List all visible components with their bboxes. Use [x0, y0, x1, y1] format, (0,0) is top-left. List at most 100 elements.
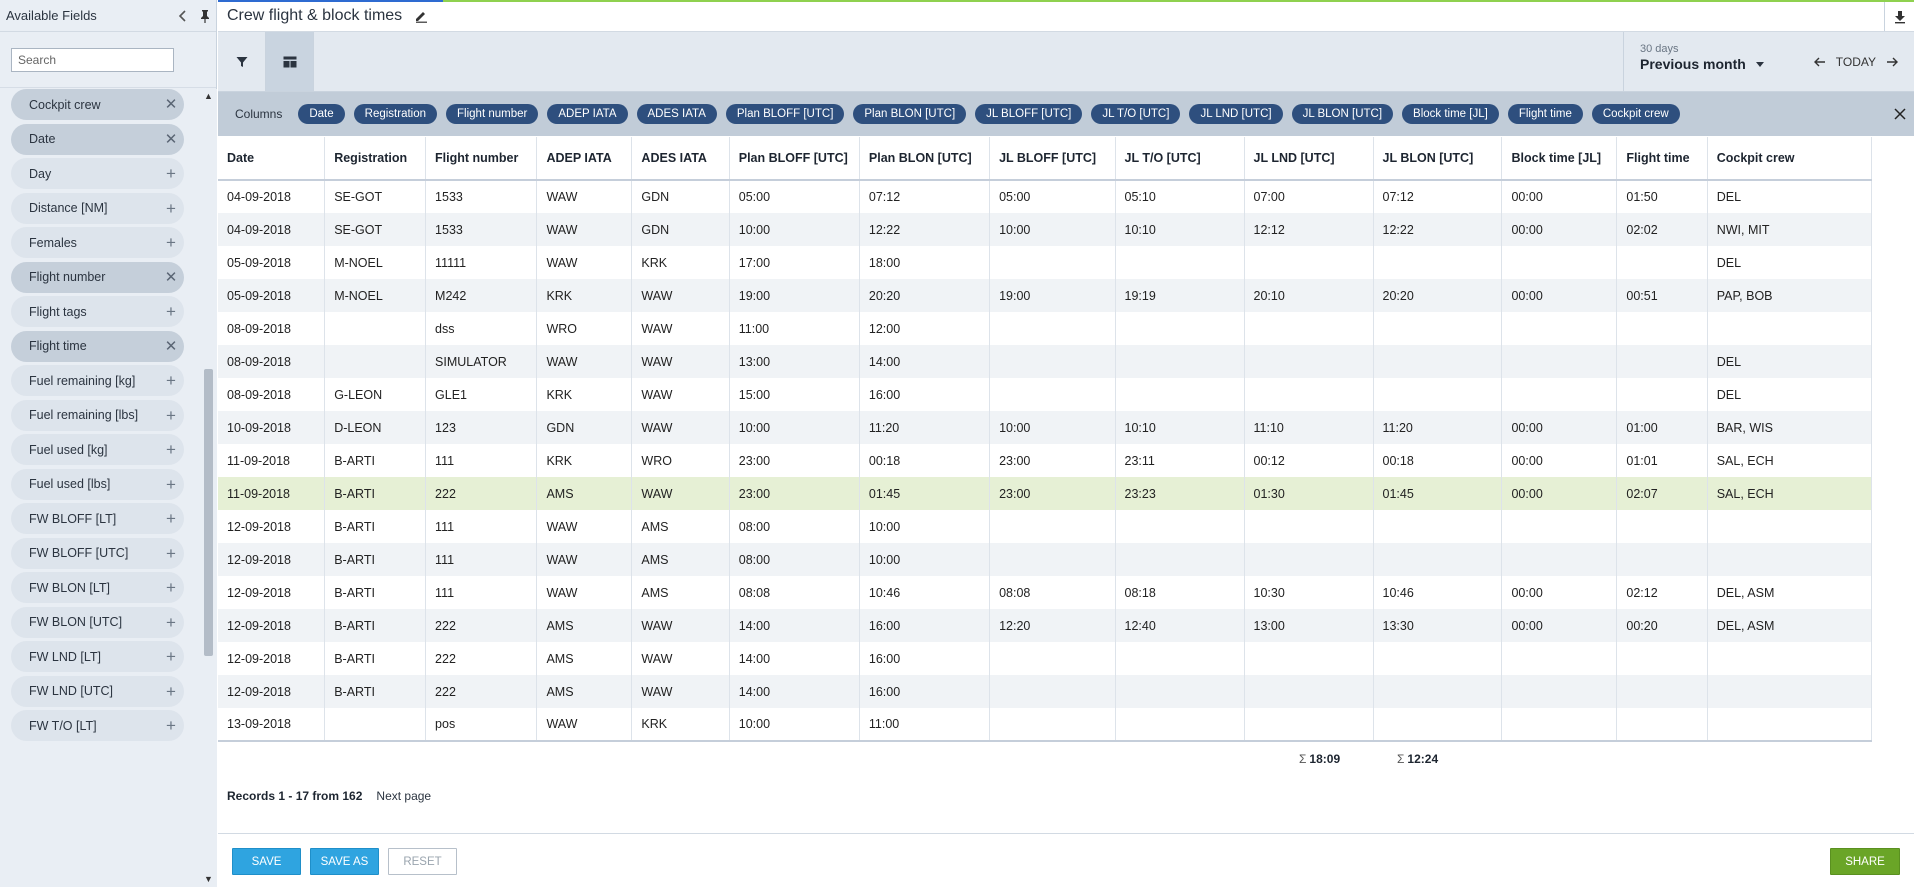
- download-icon[interactable]: [1884, 2, 1914, 31]
- table-row[interactable]: 08-09-2018 SIMULATOR WAW WAW 13:00 14:00 DEL: [218, 345, 1873, 378]
- column-header[interactable]: JL BLOFF [UTC]: [989, 137, 1116, 181]
- field-item[interactable]: Flight time ✕: [11, 330, 184, 362]
- remove-field-icon[interactable]: ✕: [158, 97, 184, 112]
- field-item[interactable]: Day +: [11, 158, 184, 189]
- column-header[interactable]: Flight number: [425, 137, 538, 181]
- column-chip[interactable]: Date: [298, 104, 345, 124]
- save-as-button[interactable]: SAVE AS: [310, 848, 379, 875]
- add-field-icon[interactable]: +: [158, 545, 184, 562]
- table-row[interactable]: 13-09-2018 pos WAW KRK 10:00 11:00: [218, 708, 1873, 742]
- field-item[interactable]: Fuel used [kg] +: [11, 434, 184, 465]
- column-chip[interactable]: Flight time: [1507, 104, 1583, 124]
- add-field-icon[interactable]: +: [158, 441, 184, 458]
- table-row[interactable]: 12-09-2018 B-ARTI 222 AMS WAW 14:00 16:00: [218, 675, 1873, 708]
- collapse-sidebar-icon[interactable]: [172, 5, 194, 27]
- field-item[interactable]: Fuel remaining [kg] +: [11, 365, 184, 396]
- column-header[interactable]: Plan BLOFF [UTC]: [729, 137, 860, 181]
- table-row[interactable]: 11-09-2018 B-ARTI 111 KRK WRO 23:00 00:18 23:00…: [218, 444, 1873, 477]
- add-field-icon[interactable]: +: [158, 165, 184, 182]
- add-field-icon[interactable]: +: [158, 648, 184, 665]
- field-item[interactable]: FW BLON [LT] +: [11, 572, 184, 603]
- add-field-icon[interactable]: +: [158, 200, 184, 217]
- field-item[interactable]: Date ✕: [11, 123, 184, 155]
- field-item[interactable]: Distance [NM] +: [11, 192, 184, 224]
- filter-button[interactable]: [218, 32, 265, 91]
- field-item[interactable]: Cockpit crew ✕: [11, 89, 184, 120]
- field-item[interactable]: FW BLON [UTC] +: [11, 606, 184, 638]
- column-chip[interactable]: Registration: [353, 104, 438, 124]
- column-chip[interactable]: JL BLON [UTC]: [1291, 104, 1394, 124]
- field-item[interactable]: Fuel used [lbs] +: [11, 468, 184, 500]
- table-row[interactable]: 11-09-2018 B-ARTI 222 AMS WAW 23:00 01:45 23:00…: [218, 477, 1873, 510]
- add-field-icon[interactable]: +: [158, 476, 184, 493]
- field-item[interactable]: Flight number ✕: [11, 261, 184, 293]
- column-chip[interactable]: Plan BLOFF [UTC]: [725, 104, 845, 124]
- column-header[interactable]: Flight time: [1616, 137, 1708, 181]
- scroll-up-icon[interactable]: ▲: [203, 91, 214, 102]
- arrow-right-icon[interactable]: [1886, 57, 1898, 67]
- remove-field-icon[interactable]: ✕: [158, 339, 184, 354]
- column-chip[interactable]: Plan BLON [UTC]: [853, 104, 967, 124]
- table-row[interactable]: 12-09-2018 B-ARTI 222 AMS WAW 14:00 16:00: [218, 642, 1873, 675]
- column-chip[interactable]: JL T/O [UTC]: [1091, 104, 1181, 124]
- remove-field-icon[interactable]: ✕: [158, 132, 184, 147]
- add-field-icon[interactable]: +: [158, 510, 184, 527]
- add-field-icon[interactable]: +: [158, 717, 184, 734]
- table-row[interactable]: 12-09-2018 B-ARTI 111 WAW AMS 08:08 10:46 08:08…: [218, 576, 1873, 609]
- column-chip[interactable]: ADES IATA: [636, 104, 717, 124]
- sidebar-scrollbar[interactable]: ▲ ▼: [200, 89, 217, 887]
- today-button[interactable]: TODAY: [1836, 55, 1876, 69]
- next-page-link[interactable]: Next page: [376, 789, 431, 803]
- field-item[interactable]: FW LND [UTC] +: [11, 675, 184, 707]
- remove-field-icon[interactable]: ✕: [158, 270, 184, 285]
- table-row[interactable]: 04-09-2018 SE-GOT 1533 WAW GDN 05:00 07:12 05:0…: [218, 180, 1873, 213]
- field-item[interactable]: Females +: [11, 227, 184, 258]
- column-header[interactable]: Date: [218, 137, 326, 181]
- add-field-icon[interactable]: +: [158, 579, 184, 596]
- column-chip[interactable]: JL LND [UTC]: [1189, 104, 1283, 124]
- column-header[interactable]: ADEP IATA: [536, 137, 633, 181]
- arrow-left-icon[interactable]: [1813, 57, 1826, 67]
- column-header[interactable]: JL T/O [UTC]: [1115, 137, 1245, 181]
- scroll-down-icon[interactable]: ▼: [203, 874, 214, 885]
- column-chip[interactable]: Block time [JL]: [1402, 104, 1499, 124]
- column-header[interactable]: JL BLON [UTC]: [1373, 137, 1503, 181]
- add-field-icon[interactable]: +: [158, 683, 184, 700]
- field-item[interactable]: FW BLOFF [LT] +: [11, 503, 184, 534]
- table-row[interactable]: 08-09-2018 G-LEON GLE1 KRK WAW 15:00 16:00 DEL: [218, 378, 1873, 411]
- column-chip[interactable]: ADEP IATA: [547, 104, 628, 124]
- field-item[interactable]: FW T/O [LT] +: [11, 710, 184, 741]
- column-header[interactable]: Registration: [324, 137, 427, 181]
- table-row[interactable]: 05-09-2018 M-NOEL 11111 WAW KRK 17:00 18:00 DEL: [218, 246, 1873, 279]
- scrollbar-thumb[interactable]: [204, 369, 213, 656]
- field-item[interactable]: Flight tags +: [11, 296, 184, 327]
- add-field-icon[interactable]: +: [158, 303, 184, 320]
- table-row[interactable]: 10-09-2018 D-LEON 123 GDN WAW 10:00 11:20 10:00…: [218, 411, 1873, 444]
- reset-button[interactable]: RESET: [388, 848, 457, 875]
- close-icon[interactable]: [1890, 104, 1910, 124]
- add-field-icon[interactable]: +: [158, 407, 184, 424]
- table-row[interactable]: 04-09-2018 SE-GOT 1533 WAW GDN 10:00 12:22 10:0…: [218, 213, 1873, 246]
- field-item[interactable]: FW BLOFF [UTC] +: [11, 537, 184, 569]
- layout-button[interactable]: [266, 32, 313, 91]
- table-row[interactable]: 12-09-2018 B-ARTI 111 WAW AMS 08:00 10:00: [218, 510, 1873, 543]
- field-item[interactable]: Fuel remaining [lbs] +: [11, 399, 184, 431]
- column-header[interactable]: Cockpit crew: [1707, 137, 1873, 181]
- add-field-icon[interactable]: +: [158, 614, 184, 631]
- save-button[interactable]: SAVE: [232, 848, 301, 875]
- period-selector[interactable]: 30 days Previous month: [1623, 32, 1768, 92]
- edit-title-icon[interactable]: [412, 7, 430, 25]
- share-button[interactable]: SHARE: [1830, 848, 1900, 875]
- field-item[interactable]: FW LND [LT] +: [11, 641, 184, 672]
- search-input[interactable]: [11, 47, 174, 72]
- add-field-icon[interactable]: +: [158, 372, 184, 389]
- pin-icon[interactable]: [194, 5, 216, 27]
- column-chip[interactable]: Cockpit crew: [1591, 104, 1680, 124]
- table-row[interactable]: 05-09-2018 M-NOEL M242 KRK WAW 19:00 20:20 19:0…: [218, 279, 1873, 312]
- column-chip[interactable]: Flight number: [446, 104, 539, 124]
- column-header[interactable]: Block time [JL]: [1501, 137, 1618, 181]
- table-row[interactable]: 08-09-2018 dss WRO WAW 11:00 12:00: [218, 312, 1873, 345]
- table-row[interactable]: 12-09-2018 B-ARTI 222 AMS WAW 14:00 16:00 12:20…: [218, 609, 1873, 642]
- column-header[interactable]: ADES IATA: [631, 137, 730, 181]
- column-header[interactable]: Plan BLON [UTC]: [859, 137, 991, 181]
